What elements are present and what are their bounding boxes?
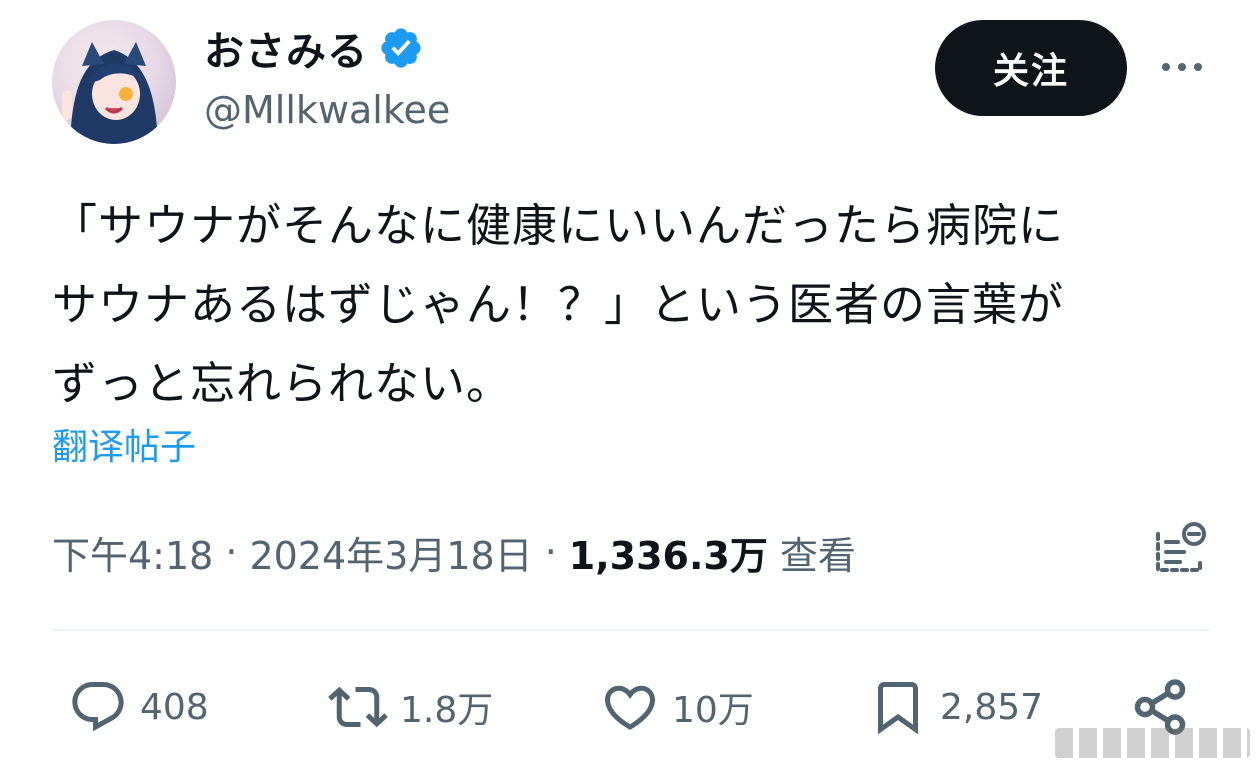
- views-label: 查看: [779, 533, 856, 578]
- reply-count: 408: [140, 686, 209, 728]
- author-display-name[interactable]: おさみる: [204, 19, 368, 77]
- author-name-row[interactable]: おさみる: [204, 19, 424, 77]
- bookmark-count: 2,857: [940, 686, 1044, 728]
- heart-icon: [604, 685, 656, 730]
- bookmark-button[interactable]: 2,857: [868, 674, 1043, 740]
- reply-icon: [72, 682, 124, 732]
- post-analytics-icon[interactable]: [1150, 520, 1210, 580]
- meta-separator: ·: [544, 530, 557, 574]
- retweet-count: 1.8万: [400, 690, 494, 731]
- avatar-illustration: [62, 42, 158, 144]
- meta-separator: ·: [225, 530, 238, 574]
- like-count: 10万: [672, 690, 754, 731]
- retweet-icon: [328, 686, 388, 728]
- tweet-meta: 下午4:18 · 2024年3月18日 · 1,336.3万 查看: [52, 522, 856, 582]
- retweet-button[interactable]: 1.8万: [328, 674, 493, 740]
- translate-post-link[interactable]: 翻译帖子: [52, 418, 196, 470]
- watermark: [1055, 728, 1250, 758]
- follow-button[interactable]: 关注: [935, 20, 1127, 116]
- author-handle[interactable]: @Mllkwalkee: [204, 88, 450, 132]
- divider: [52, 629, 1210, 631]
- verified-badge-icon: [381, 28, 421, 68]
- tweet-time[interactable]: 下午4:18: [52, 525, 213, 580]
- like-button[interactable]: 10万: [600, 674, 754, 740]
- more-horizontal-icon[interactable]: [1158, 52, 1206, 82]
- avatar[interactable]: [52, 20, 176, 144]
- bookmark-icon: [878, 682, 918, 735]
- views-count: 1,336.3万: [568, 533, 768, 578]
- tweet-date[interactable]: 2024年3月18日: [249, 525, 532, 580]
- reply-button[interactable]: 408: [68, 674, 209, 740]
- tweet-text: 「サウナがそんなに健康にいいんだったら病院に サウナあるはずじゃん！？」という医…: [52, 199, 1065, 410]
